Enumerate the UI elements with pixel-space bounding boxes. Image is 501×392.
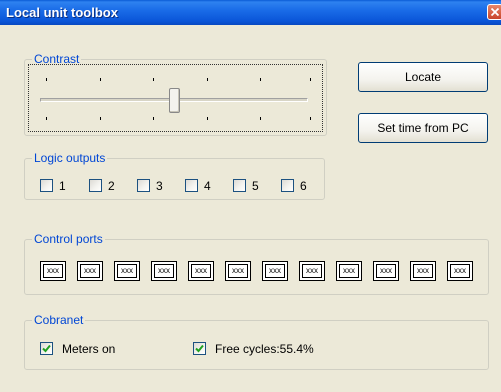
control-port-12[interactable]: xxx — [447, 261, 473, 281]
set-time-button[interactable]: Set time from PC — [358, 113, 488, 143]
logic-output-4-checkbox[interactable] — [185, 179, 198, 192]
control-port-6-label: xxx — [228, 264, 248, 278]
slider-thumb[interactable] — [169, 88, 180, 113]
control-port-5-label: xxx — [191, 264, 211, 278]
checkmark-icon — [42, 344, 51, 353]
control-port-7-label: xxx — [265, 264, 285, 278]
control-port-8-label: xxx — [302, 264, 322, 278]
slider-tick — [310, 78, 311, 81]
control-port-10[interactable]: xxx — [373, 261, 399, 281]
locate-button[interactable]: Locate — [358, 62, 488, 92]
control-port-11-label: xxx — [413, 264, 433, 278]
slider-tick — [260, 78, 261, 81]
slider-tick — [310, 117, 311, 120]
logic-output-6-label: 6 — [300, 179, 307, 193]
control-port-8[interactable]: xxx — [299, 261, 325, 281]
locate-button-label: Locate — [404, 70, 442, 84]
free-cycles-checkbox[interactable] — [193, 342, 206, 355]
logic-output-6-checkbox[interactable] — [281, 179, 294, 192]
logic-output-5-checkbox[interactable] — [233, 179, 246, 192]
control-port-9[interactable]: xxx — [336, 261, 362, 281]
window-title: Local unit toolbox — [6, 5, 118, 20]
free-cycles-label: Free cycles:55.4% — [215, 342, 314, 356]
slider-tick — [100, 117, 101, 120]
logic-output-5-label: 5 — [252, 179, 259, 193]
set-time-button-label: Set time from PC — [377, 121, 469, 135]
slider-tick — [207, 78, 208, 81]
logic-output-1-checkbox[interactable] — [40, 179, 53, 192]
meters-on-checkbox[interactable] — [40, 342, 53, 355]
control-port-2[interactable]: xxx — [77, 261, 103, 281]
control-port-5[interactable]: xxx — [188, 261, 214, 281]
control-port-3-label: xxx — [117, 264, 137, 278]
slider-tick — [46, 117, 47, 120]
control-port-1[interactable]: xxx — [40, 261, 66, 281]
logic-output-1-label: 1 — [59, 179, 66, 193]
control-port-7[interactable]: xxx — [262, 261, 288, 281]
meters-on-label: Meters on — [62, 342, 116, 356]
logic-outputs-group: Logic outputs — [24, 151, 325, 200]
control-port-4-label: xxx — [154, 264, 174, 278]
close-icon — [491, 8, 499, 16]
logic-output-3-label: 3 — [156, 179, 163, 193]
control-port-3[interactable]: xxx — [114, 261, 140, 281]
control-port-4[interactable]: xxx — [151, 261, 177, 281]
slider-tick — [207, 117, 208, 120]
cobranet-legend: Cobranet — [32, 313, 86, 327]
slider-tick — [46, 78, 47, 81]
control-port-2-label: xxx — [80, 264, 100, 278]
control-port-11[interactable]: xxx — [410, 261, 436, 281]
logic-output-2-checkbox[interactable] — [89, 179, 102, 192]
logic-outputs-legend: Logic outputs — [32, 151, 108, 165]
slider-tick — [153, 78, 154, 81]
control-port-9-label: xxx — [339, 264, 359, 278]
control-port-1-label: xxx — [43, 264, 63, 278]
logic-output-3-checkbox[interactable] — [137, 179, 150, 192]
control-port-10-label: xxx — [376, 264, 396, 278]
toolbox-window: Local unit toolbox Contrast Locate Set t… — [0, 0, 501, 392]
control-port-12-label: xxx — [450, 264, 470, 278]
control-port-6[interactable]: xxx — [225, 261, 251, 281]
title-bar[interactable]: Local unit toolbox — [0, 0, 501, 25]
close-button[interactable] — [487, 4, 501, 20]
checkmark-icon — [195, 344, 204, 353]
control-ports-legend: Control ports — [32, 232, 105, 246]
logic-output-2-label: 2 — [108, 179, 115, 193]
slider-tick — [100, 78, 101, 81]
logic-output-4-label: 4 — [204, 179, 211, 193]
slider-tick — [153, 117, 154, 120]
slider-tick — [260, 117, 261, 120]
